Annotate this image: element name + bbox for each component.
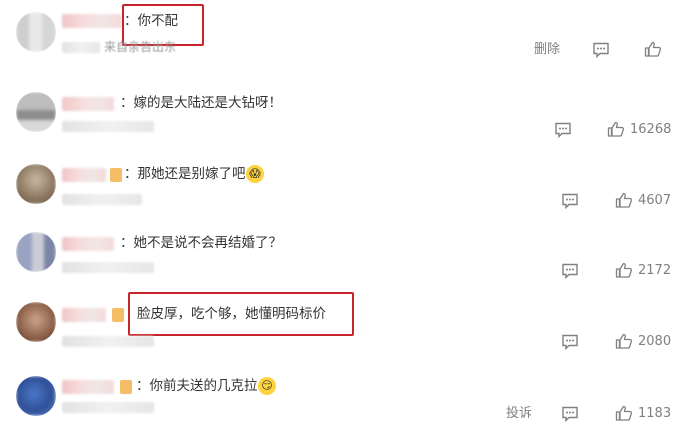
like-count: 4607 xyxy=(638,193,672,208)
comment-icon[interactable] xyxy=(561,263,579,279)
comment-item: ：她不是说不会再结婚了？ 2172 xyxy=(0,218,694,288)
vip-badge-icon xyxy=(120,380,132,394)
comment-icon[interactable] xyxy=(561,406,579,422)
delete-button[interactable]: 删除 xyxy=(534,42,560,58)
timestamp xyxy=(62,194,142,205)
avatar[interactable] xyxy=(16,12,56,52)
shocked-emoji-icon: 😱 xyxy=(246,165,264,183)
vip-badge-icon xyxy=(110,168,122,182)
timestamp xyxy=(62,121,154,132)
comment-icon[interactable] xyxy=(592,42,610,58)
comment-item: ：你不配 来自亲告出东 删除 xyxy=(0,0,694,78)
like-count: 16268 xyxy=(630,122,672,137)
avatar[interactable] xyxy=(16,164,56,204)
timestamp xyxy=(62,402,154,413)
username[interactable] xyxy=(62,14,122,28)
comment-text: ：她不是说不会再结婚了？ xyxy=(120,235,282,251)
username[interactable] xyxy=(62,97,114,111)
avatar[interactable] xyxy=(16,92,56,132)
comment-icon[interactable] xyxy=(561,193,579,209)
comment-icon[interactable] xyxy=(561,334,579,350)
username[interactable] xyxy=(62,380,114,394)
comment-source: 来自亲告出东 xyxy=(104,40,177,54)
highlight-box xyxy=(128,292,354,336)
comment-item: ：那她还是别嫁了吧 😱 4607 xyxy=(0,150,694,218)
timestamp xyxy=(62,42,100,53)
timestamp xyxy=(62,336,154,347)
comment-item: ：嫁的是大陆还是大钻呀！ 16268 xyxy=(0,78,694,150)
like-count: 2172 xyxy=(638,263,672,278)
avatar[interactable] xyxy=(16,376,56,416)
username[interactable] xyxy=(62,308,106,322)
username[interactable] xyxy=(62,237,114,251)
thumbs-up-icon[interactable] xyxy=(615,405,633,421)
avatar[interactable] xyxy=(16,232,56,272)
thumbs-up-icon[interactable] xyxy=(607,121,625,137)
report-button[interactable]: 投诉 xyxy=(506,406,532,422)
comment-icon[interactable] xyxy=(554,122,572,138)
comment-item: ：你前夫送的几克拉 😏 投诉 1183 xyxy=(0,358,694,429)
thumbs-up-icon[interactable] xyxy=(615,262,633,278)
thumbs-up-icon[interactable] xyxy=(644,41,662,57)
thumbs-up-icon[interactable] xyxy=(615,192,633,208)
comment-text: ：嫁的是大陆还是大钻呀！ xyxy=(120,95,282,111)
smirk-emoji-icon: 😏 xyxy=(258,377,276,395)
comment-text: ：那她还是别嫁了吧 xyxy=(124,166,246,182)
username[interactable] xyxy=(62,168,106,182)
comment-item: 脸皮厚，吃个够，她懂明码标价 2080 xyxy=(0,288,694,358)
thumbs-up-icon[interactable] xyxy=(615,333,633,349)
like-count: 2080 xyxy=(638,334,672,349)
avatar[interactable] xyxy=(16,302,56,342)
vip-badge-icon xyxy=(112,308,124,322)
timestamp xyxy=(62,262,154,273)
like-count: 1183 xyxy=(638,406,672,421)
comment-text: ：你前夫送的几克拉 xyxy=(136,378,258,394)
